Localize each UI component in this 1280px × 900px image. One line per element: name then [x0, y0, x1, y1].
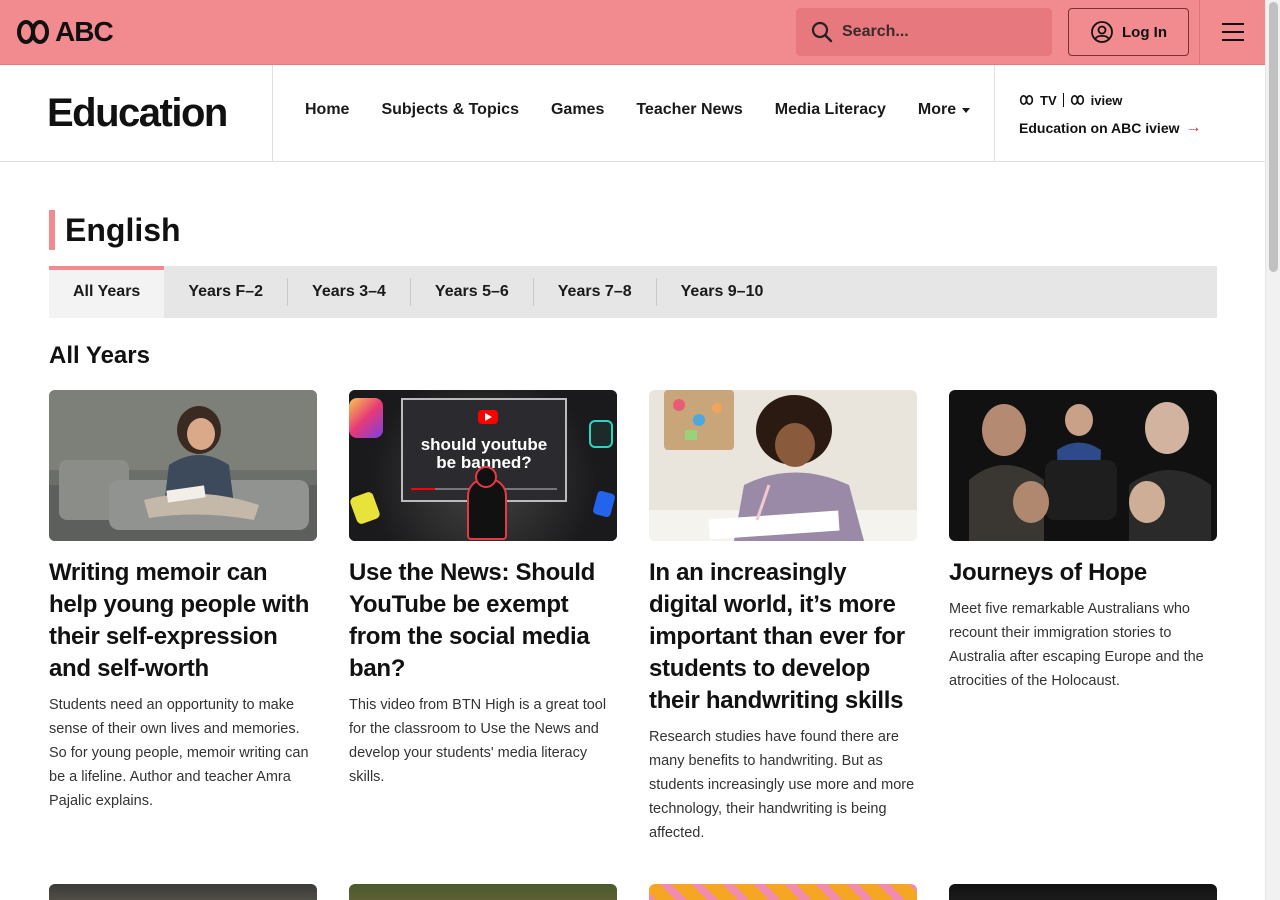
- tab-years-f-2[interactable]: Years F–2: [164, 266, 287, 318]
- article-title[interactable]: Journeys of Hope: [949, 557, 1217, 589]
- nav-teacher-news[interactable]: Teacher News: [636, 101, 742, 119]
- iview-link[interactable]: Education on ABC iview →: [1019, 119, 1202, 137]
- nav-more-label: More: [917, 101, 957, 118]
- main-nav: Home Subjects & Topics Games Teacher New…: [305, 101, 971, 119]
- article-thumbnail[interactable]: should youtube be banned?: [349, 390, 617, 541]
- top-bar: ABC Log In: [0, 0, 1265, 65]
- nav-subjects-topics[interactable]: Subjects & Topics: [381, 101, 519, 119]
- title-accent-bar: [49, 210, 55, 250]
- menu-icon[interactable]: [1222, 23, 1244, 41]
- logo-text: ABC: [55, 16, 114, 47]
- abc-lissajous-icon: [17, 20, 49, 44]
- nav-more[interactable]: More: [917, 101, 971, 119]
- nav-home[interactable]: Home: [305, 101, 349, 119]
- menu-divider: [1199, 0, 1200, 64]
- iview-link-label: Education on ABC iview: [1019, 120, 1180, 136]
- tab-years-7-8[interactable]: Years 7–8: [534, 266, 656, 318]
- abc-tv-text: TV: [1040, 92, 1057, 108]
- search-box[interactable]: [796, 8, 1052, 56]
- nav-games[interactable]: Games: [551, 101, 604, 119]
- article-thumbnail[interactable]: [649, 884, 917, 900]
- tab-all-years[interactable]: All Years: [49, 266, 165, 318]
- iview-promo[interactable]: TV iview Education on ABC iview →: [1019, 91, 1202, 137]
- iview-text: iview: [1090, 92, 1123, 108]
- article-description: Students need an opportunity to make sen…: [49, 697, 309, 809]
- login-button[interactable]: Log In: [1068, 8, 1189, 56]
- abc-iview-logo-icon: [1070, 95, 1084, 105]
- chevron-down-icon: [962, 107, 971, 113]
- nav-media-literacy[interactable]: Media Literacy: [775, 101, 886, 119]
- article-thumbnail[interactable]: [49, 390, 317, 541]
- article-card[interactable]: In an increasingly digital world, it’s m…: [649, 390, 917, 845]
- tab-years-9-10[interactable]: Years 9–10: [657, 266, 788, 318]
- article-title[interactable]: Use the News: Should YouTube be exempt f…: [349, 557, 617, 685]
- article-grid-row-2: [49, 884, 1217, 900]
- page-scrollbar[interactable]: [1265, 0, 1280, 900]
- iview-divider: [994, 65, 995, 161]
- article-card[interactable]: Writing memoir can help young people wit…: [49, 390, 317, 845]
- article-thumbnail[interactable]: [949, 884, 1217, 900]
- brand-divider: [272, 65, 273, 161]
- article-description: This video from BTN High is a great tool…: [349, 697, 607, 785]
- user-icon: [1091, 21, 1113, 43]
- iview-separator: [1062, 93, 1064, 107]
- scrollbar-thumb[interactable]: [1269, 2, 1278, 272]
- thumbnail-caption-line1: should youtube: [420, 435, 548, 454]
- article-grid: Writing memoir can help young people wit…: [49, 390, 1217, 845]
- article-card[interactable]: Journeys of Hope Meet five remarkable Au…: [949, 390, 1217, 845]
- article-title[interactable]: Writing memoir can help young people wit…: [49, 557, 317, 685]
- login-label: Log In: [1122, 23, 1167, 41]
- page-title-block: English: [49, 210, 181, 250]
- article-title[interactable]: In an increasingly digital world, it’s m…: [649, 557, 917, 717]
- article-thumbnail[interactable]: [949, 390, 1217, 541]
- year-tabs: All Years Years F–2 Years 3–4 Years 5–6 …: [49, 266, 1217, 318]
- article-card[interactable]: should youtube be banned? Use the News: …: [349, 390, 617, 845]
- abc-tv-logo-icon: [1019, 95, 1034, 105]
- page-title: English: [65, 211, 181, 248]
- article-description: Research studies have found there are ma…: [649, 729, 915, 841]
- iview-logos: TV iview: [1019, 91, 1202, 109]
- search-input[interactable]: [842, 23, 1032, 41]
- education-brand[interactable]: Education: [47, 91, 228, 136]
- tab-years-5-6[interactable]: Years 5–6: [411, 266, 533, 318]
- article-thumbnail[interactable]: [649, 390, 917, 541]
- article-thumbnail[interactable]: [349, 884, 617, 900]
- tab-years-3-4[interactable]: Years 3–4: [288, 266, 410, 318]
- section-heading: All Years: [49, 342, 150, 369]
- abc-logo[interactable]: ABC: [17, 16, 114, 47]
- article-description: Meet five remarkable Australians who rec…: [949, 601, 1204, 689]
- article-thumbnail[interactable]: [49, 884, 317, 900]
- arrow-right-icon: →: [1185, 119, 1202, 136]
- section-nav-bar: Education Home Subjects & Topics Games T…: [0, 65, 1265, 162]
- search-icon: [811, 21, 833, 43]
